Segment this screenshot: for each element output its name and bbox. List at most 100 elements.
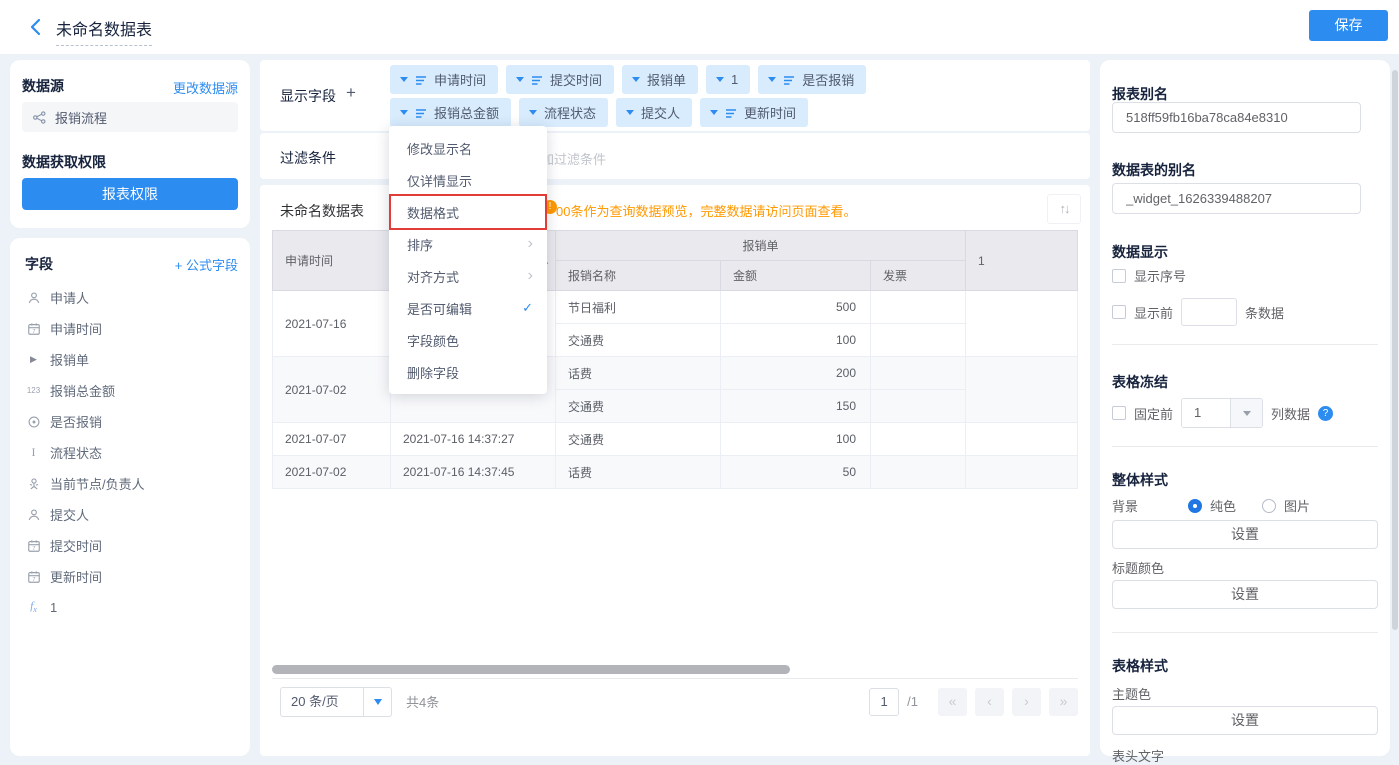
menu-item[interactable]: 排序› [389,228,547,260]
add-display-field-button[interactable]: + [346,83,356,103]
menu-item[interactable]: 修改显示名 [389,132,547,164]
table-alias-input[interactable] [1112,183,1361,214]
page-size-select[interactable]: 20 条/页 [280,687,392,717]
subcolumn-header-amount[interactable]: 金额 [721,261,871,291]
table-row: 2021-07-022021-07-16 14:37:45话费50 [273,456,1078,489]
report-permission-button[interactable]: 报表权限 [22,178,238,210]
title-color-set-button[interactable]: 设置 [1112,580,1378,609]
table-cell: 交通费 [556,324,721,357]
freeze-count-select[interactable]: 1 [1181,398,1263,428]
prev-page-button[interactable]: ‹ [975,688,1004,716]
vertical-scrollbar[interactable] [1392,70,1398,630]
sort-tool-button[interactable]: ↑↓ [1047,194,1081,224]
chevron-down-icon [710,110,718,119]
field-item[interactable]: 申请人 [10,282,250,313]
field-chip[interactable]: 是否报销 [758,65,866,94]
table-cell: 2021-07-07 [273,423,391,456]
field-item[interactable]: 当前节点/负责人 [10,468,250,499]
field-chip[interactable]: 1 [706,65,750,94]
chevron-down-icon [529,110,537,119]
header-text-label: 表头文字 [1112,746,1164,765]
person-icon [26,508,41,522]
check-icon: ✓ [522,300,533,316]
field-chip[interactable]: 申请时间 [390,65,498,94]
column-group-header[interactable]: 报销单 [556,231,966,261]
overall-style-title: 整体样式 [1112,470,1168,490]
field-item[interactable]: 是否报销 [10,406,250,437]
menu-item[interactable]: 数据格式 [389,196,547,228]
change-datasource-link[interactable]: 更改数据源 [173,78,238,97]
pagination-bar: 20 条/页 共4条 1 /1 « ‹ › » [272,678,1078,724]
field-item[interactable]: 7提交时间 [10,530,250,561]
add-formula-field-button[interactable]: + 公式字段 [175,255,238,274]
solid-color-radio[interactable] [1188,499,1202,513]
table-title: 未命名数据表 [280,201,364,221]
field-chip[interactable]: 报销单 [622,65,698,94]
radio-icon [26,415,41,429]
subcolumn-header-invoice[interactable]: 发票 [871,261,966,291]
current-page-input[interactable]: 1 [869,688,899,716]
field-item[interactable]: 123报销总金额 [10,375,250,406]
help-icon[interactable]: ? [1318,406,1333,421]
field-chip-label: 报销总金额 [434,103,499,122]
menu-item[interactable]: 对齐方式› [389,260,547,292]
field-item[interactable]: fx1 [10,592,250,623]
lines-icon [415,75,427,86]
menu-item[interactable]: 删除字段 [389,356,547,388]
field-item[interactable]: 7申请时间 [10,313,250,344]
show-index-checkbox[interactable] [1112,269,1126,283]
save-button[interactable]: 保存 [1309,10,1388,41]
subcolumn-header-name[interactable]: 报销名称 [556,261,721,291]
field-item[interactable]: ▶报销单 [10,344,250,375]
freeze-checkbox[interactable] [1112,406,1126,420]
first-page-button[interactable]: « [938,688,967,716]
field-chip-label: 流程状态 [544,103,596,122]
column-header-apply-time[interactable]: 申请时间 [273,231,391,291]
field-item[interactable]: I流程状态 [10,437,250,468]
table-cell: 500 [721,291,871,324]
table-cell: 50 [721,456,871,489]
table-cell: 100 [721,423,871,456]
column-header-1[interactable]: 1 [966,231,1078,291]
scrollbar-thumb[interactable] [272,665,790,674]
field-chip[interactable]: 提交人 [616,98,692,127]
show-first-count-input[interactable] [1181,298,1237,326]
table-cell [871,456,966,489]
menu-item[interactable]: 字段颜色 [389,324,547,356]
background-label: 背景 [1112,496,1138,515]
field-item[interactable]: 提交人 [10,499,250,530]
field-item[interactable]: 7更新时间 [10,561,250,592]
filter-label: 过滤条件 [280,148,336,168]
show-first-checkbox[interactable] [1112,305,1126,319]
data-display-title: 数据显示 [1112,242,1168,262]
field-chip[interactable]: 更新时间 [700,98,808,127]
background-set-button[interactable]: 设置 [1112,520,1378,549]
field-chip-label: 是否报销 [802,70,854,89]
image-radio[interactable] [1262,499,1276,513]
number-icon: 123 [26,386,41,395]
datasource-panel: 数据源 更改数据源 报销流程 数据获取权限 报表权限 [10,60,250,228]
field-chip[interactable]: 流程状态 [519,98,608,127]
datasource-title: 数据源 [22,76,64,96]
field-chip[interactable]: 报销总金额 [390,98,511,127]
theme-color-set-button[interactable]: 设置 [1112,706,1378,735]
menu-item[interactable]: 是否可编辑✓ [389,292,547,324]
back-button[interactable] [26,16,48,38]
menu-item-label: 仅详情显示 [407,171,472,190]
chevron-down-icon [716,77,724,86]
menu-item[interactable]: 仅详情显示 [389,164,547,196]
freeze-title: 表格冻结 [1112,372,1168,392]
datasource-item[interactable]: 报销流程 [22,102,238,132]
menu-item-label: 排序 [407,235,433,254]
next-page-button[interactable]: › [1012,688,1041,716]
person-icon [26,291,41,305]
settings-panel: 报表别名 数据表的别名 数据显示 显示序号 显示前 条数据 表格冻结 固定前 1… [1100,60,1390,756]
table-cell: 150 [721,390,871,423]
horizontal-scrollbar[interactable] [272,665,1078,674]
page-title: 未命名数据表 [56,16,152,46]
table-cell: 2021-07-02 [273,456,391,489]
field-chip[interactable]: 提交时间 [506,65,614,94]
table-alias-label: 数据表的别名 [1112,160,1196,180]
report-alias-input[interactable] [1112,102,1361,133]
last-page-button[interactable]: » [1049,688,1078,716]
